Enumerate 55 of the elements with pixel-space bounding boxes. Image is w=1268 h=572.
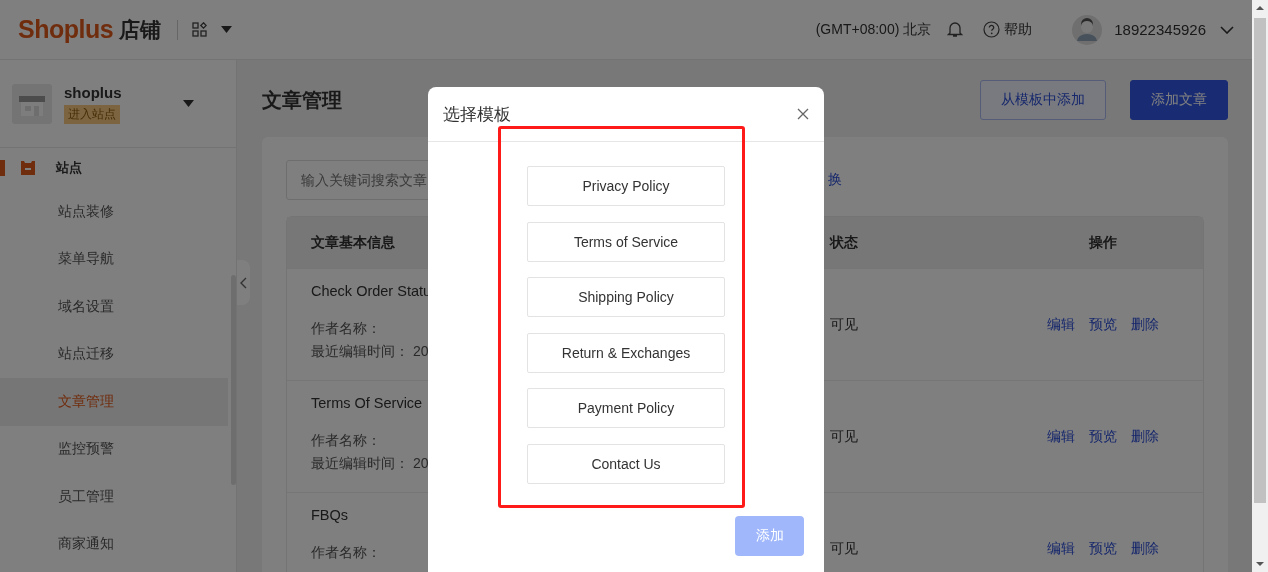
link[interactable]: 换 bbox=[828, 171, 842, 189]
author-label: 作者名称： bbox=[311, 431, 381, 450]
store-icon bbox=[12, 83, 52, 124]
logo-suffix: 店铺 bbox=[119, 16, 162, 43]
edit-time-label: 最近编辑时间： 20 bbox=[311, 454, 429, 473]
article-title: FBQs bbox=[311, 507, 349, 523]
action-link[interactable]: 删除 bbox=[1130, 315, 1159, 334]
status-text: 可见 bbox=[830, 427, 858, 446]
column-header: 文章基本信息 bbox=[311, 233, 395, 252]
scrollbar[interactable] bbox=[1252, 0, 1268, 572]
sidebar-item[interactable]: 站点装修 bbox=[0, 188, 236, 236]
sidebar-item[interactable]: 商家通知 bbox=[0, 520, 236, 568]
sidebar-item[interactable]: 文章管理 bbox=[0, 378, 228, 426]
action-link[interactable]: 预览 bbox=[1088, 315, 1117, 334]
user-phone[interactable]: 18922345926 bbox=[1114, 21, 1206, 38]
action-link[interactable]: 删除 bbox=[1130, 427, 1159, 446]
close-icon[interactable] bbox=[797, 108, 809, 120]
action-link[interactable]: 编辑 bbox=[1046, 427, 1075, 446]
help-icon bbox=[983, 21, 1001, 38]
action-link[interactable]: 删除 bbox=[1130, 539, 1159, 558]
action-link[interactable]: 编辑 bbox=[1046, 315, 1075, 334]
active-marker bbox=[0, 160, 5, 176]
chevron-down-icon[interactable] bbox=[1220, 25, 1234, 34]
logo: Shoplus bbox=[18, 15, 114, 44]
article-title: Terms Of Service bbox=[311, 395, 423, 411]
author-label: 作者名称： bbox=[311, 543, 381, 562]
collapse-handle[interactable] bbox=[237, 260, 250, 305]
apps-icon[interactable] bbox=[192, 22, 208, 37]
dialog-title: 选择模板 bbox=[443, 103, 511, 126]
store-name: shoplus bbox=[64, 83, 122, 101]
caret-down-icon[interactable] bbox=[221, 26, 233, 33]
add-from-template-button[interactable]: 从模板中添加 bbox=[980, 80, 1106, 120]
help-link[interactable]: 帮助 bbox=[983, 20, 1033, 39]
template-option[interactable]: Shipping Policy bbox=[527, 277, 725, 317]
action-link[interactable]: 预览 bbox=[1088, 427, 1117, 446]
template-option[interactable]: Contact Us bbox=[527, 443, 725, 484]
action-link[interactable]: 编辑 bbox=[1046, 539, 1075, 558]
column-header: 操作 bbox=[1088, 233, 1117, 252]
edit-time-label: 最近编辑时间： 20 bbox=[311, 342, 429, 361]
avatar[interactable] bbox=[1072, 14, 1103, 45]
timezone[interactable]: (GMT+08:00) 北京 bbox=[815, 20, 932, 39]
template-option[interactable]: Payment Policy bbox=[527, 388, 725, 428]
status-text: 可见 bbox=[830, 539, 858, 558]
column-header: 状态 bbox=[830, 233, 858, 252]
store-caret-icon[interactable] bbox=[183, 100, 194, 107]
template-option[interactable]: Return & Exchanges bbox=[527, 332, 725, 373]
add-article-button[interactable]: 添加文章 bbox=[1130, 80, 1228, 120]
author-label: 作者名称： bbox=[311, 319, 381, 338]
status-text: 可见 bbox=[830, 315, 858, 334]
shop-icon bbox=[20, 161, 36, 175]
template-option[interactable]: Privacy Policy bbox=[527, 166, 725, 206]
sidebar-group[interactable]: 站点 bbox=[56, 159, 82, 177]
action-link[interactable]: 预览 bbox=[1088, 539, 1117, 558]
template-option[interactable]: Terms of Service bbox=[527, 221, 725, 262]
bell-icon[interactable] bbox=[947, 21, 964, 38]
